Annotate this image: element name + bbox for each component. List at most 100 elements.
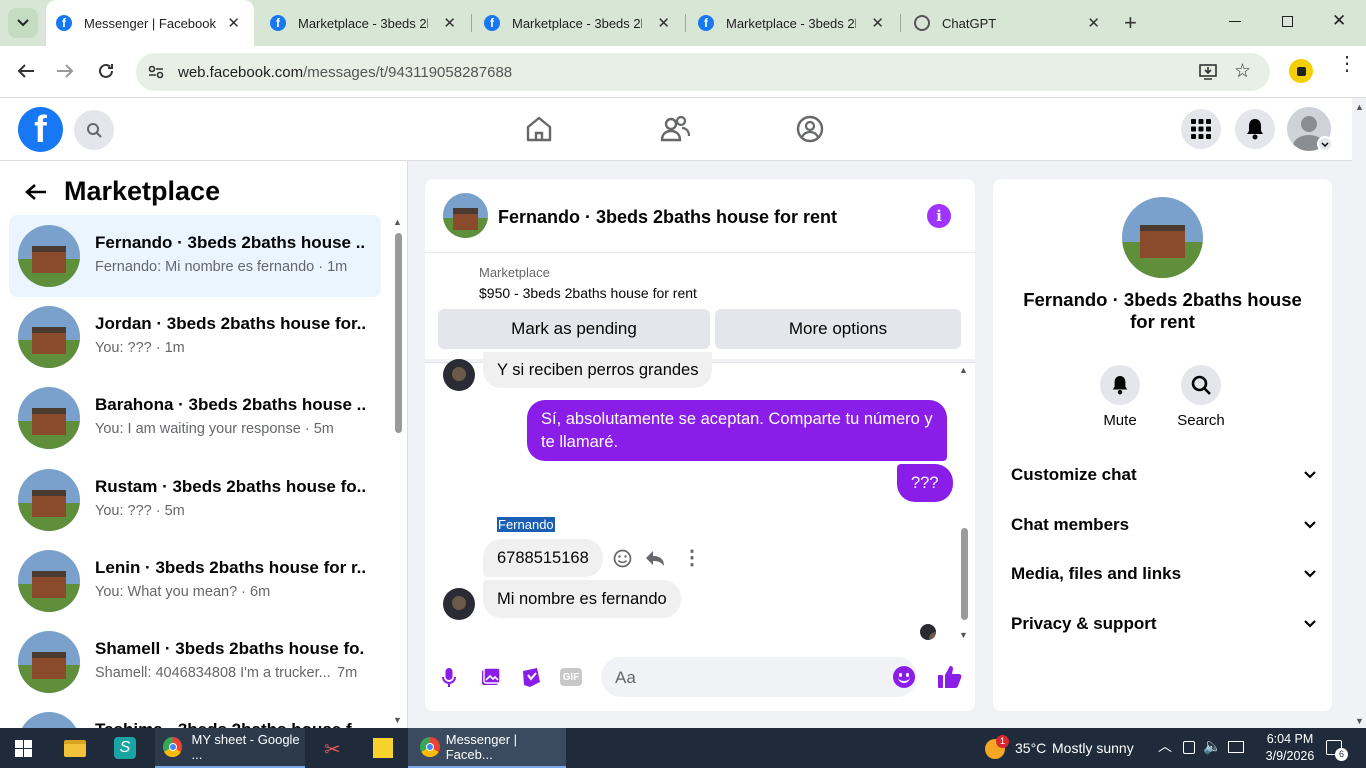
- back-arrow-icon[interactable]: [25, 183, 47, 201]
- back-arrow-icon[interactable]: [17, 63, 35, 79]
- address-bar[interactable]: web.facebook.com/messages/t/943119058287…: [136, 53, 1270, 91]
- taskbar-app-messenger[interactable]: Messenger | Faceb...: [408, 728, 566, 768]
- tab-marketplace-3[interactable]: f Marketplace - 3beds 2ba ✕: [688, 0, 898, 46]
- forward-arrow-icon[interactable]: [56, 63, 74, 79]
- sticky-notes-icon[interactable]: [373, 738, 393, 758]
- reply-icon[interactable]: [645, 550, 665, 567]
- windows-start-icon[interactable]: [15, 740, 32, 757]
- conversation-item[interactable]: Jordan · 3beds 2baths house for... You: …: [9, 296, 381, 378]
- chat-header-thumbnail[interactable]: [443, 193, 488, 238]
- menu-button[interactable]: [1181, 109, 1221, 149]
- conversation-info-icon[interactable]: i: [927, 204, 951, 228]
- file-explorer-icon[interactable]: [64, 740, 86, 757]
- close-tab-icon[interactable]: ✕: [443, 14, 456, 32]
- grid-menu-icon: [1191, 119, 1211, 139]
- sidebar-scrollbar[interactable]: ▲ ▼: [392, 217, 404, 725]
- restore-window-icon[interactable]: [1282, 16, 1293, 27]
- weather-temp[interactable]: 35°C: [1015, 740, 1046, 756]
- reload-icon[interactable]: [97, 62, 115, 80]
- privacy-support-section[interactable]: Privacy & support: [1011, 614, 1316, 634]
- clock-date[interactable]: 3/9/2026: [1255, 749, 1325, 763]
- groups-icon[interactable]: [796, 115, 824, 143]
- customize-chat-section[interactable]: Customize chat: [1011, 465, 1316, 485]
- notifications-button[interactable]: [1235, 109, 1275, 149]
- bookmark-star-icon[interactable]: ☆: [1234, 60, 1251, 83]
- profile-extension-icon[interactable]: [1289, 59, 1313, 83]
- listing-avatar[interactable]: [1122, 197, 1203, 278]
- sticker-icon[interactable]: [521, 667, 541, 688]
- conversation-item[interactable]: Rustam · 3beds 2baths house fo... You: ?…: [9, 459, 381, 541]
- message-bubble[interactable]: Sí, absolutamente se aceptan. Comparte t…: [527, 400, 947, 461]
- search-button[interactable]: [74, 110, 114, 150]
- home-icon[interactable]: [525, 115, 553, 143]
- sender-avatar[interactable]: [443, 359, 475, 391]
- close-tab-icon[interactable]: ✕: [1087, 14, 1100, 32]
- clock-time[interactable]: 6:04 PM: [1260, 732, 1320, 746]
- search-icon: [87, 123, 102, 138]
- react-emoji-icon[interactable]: [613, 549, 632, 568]
- listing-title[interactable]: $950 - 3beds 2baths house for rent: [479, 285, 697, 301]
- conversation-preview: Fernando: Mi nombre es fernando · 1m: [95, 259, 348, 275]
- more-options-button[interactable]: More options: [715, 309, 961, 349]
- chat-header-title[interactable]: Fernando · 3beds 2baths house for rent: [498, 207, 837, 228]
- tab-marketplace-2[interactable]: f Marketplace - 3beds 2ba ✕: [474, 0, 684, 46]
- message-bubble[interactable]: Y si reciben perros grandes: [483, 352, 713, 388]
- facebook-favicon-icon: f: [484, 15, 500, 31]
- message-bubble[interactable]: ???: [897, 464, 953, 502]
- section-label: Chat members: [1011, 515, 1130, 534]
- site-settings-icon[interactable]: [148, 65, 164, 79]
- more-actions-icon[interactable]: ⋮: [682, 545, 702, 570]
- tab-messenger[interactable]: f Messenger | Facebook ✕: [46, 0, 254, 46]
- close-tab-icon[interactable]: ✕: [871, 14, 884, 32]
- message-input[interactable]: Aa: [601, 657, 917, 697]
- chrome-icon: [163, 737, 182, 757]
- gif-icon[interactable]: GIF: [560, 668, 582, 686]
- close-tab-icon[interactable]: ✕: [657, 14, 670, 32]
- facebook-favicon-icon: f: [56, 15, 72, 31]
- close-tab-icon[interactable]: ✕: [227, 14, 240, 32]
- mute-button[interactable]: [1100, 365, 1140, 405]
- photo-icon[interactable]: [481, 667, 501, 687]
- page-scrollbar[interactable]: ▲ ▼: [1352, 98, 1366, 728]
- friends-icon[interactable]: [660, 115, 690, 143]
- tab-marketplace-1[interactable]: f Marketplace - 3beds 2ba ✕: [260, 0, 470, 46]
- tab-chatgpt[interactable]: ChatGPT ✕: [904, 0, 1114, 46]
- close-window-icon[interactable]: ✕: [1332, 11, 1346, 31]
- conversation-item[interactable]: Tashima · 3beds 2baths house f...: [9, 702, 381, 728]
- conversation-item[interactable]: Barahona · 3beds 2baths house ... You: I…: [9, 377, 381, 459]
- search-in-chat-button[interactable]: [1181, 365, 1221, 405]
- conversation-name: Tashima · 3beds 2baths house f...: [95, 720, 365, 728]
- message-bubble[interactable]: 6788515168: [483, 539, 603, 577]
- volume-icon[interactable]: 🔈: [1203, 737, 1222, 755]
- tray-chevron-up-icon[interactable]: ︿: [1158, 736, 1172, 756]
- chat-scrollbar[interactable]: ▲ ▼: [958, 365, 970, 640]
- app-icon[interactable]: S: [114, 737, 136, 759]
- weather-text[interactable]: Mostly sunny: [1052, 740, 1134, 756]
- minimize-window-icon[interactable]: [1229, 21, 1241, 22]
- tab-title: Marketplace - 3beds 2ba: [298, 15, 428, 31]
- browser-menu-icon[interactable]: ⋮: [1337, 54, 1357, 74]
- message-bubble[interactable]: Mi nombre es fernando: [483, 580, 681, 618]
- tray-icon[interactable]: [1183, 741, 1195, 754]
- emoji-icon[interactable]: [893, 666, 915, 688]
- conversation-item[interactable]: Fernando · 3beds 2baths house ... Fernan…: [9, 215, 381, 297]
- url-host: web.facebook.com: [178, 63, 304, 81]
- thumbs-up-icon[interactable]: [937, 665, 962, 689]
- app-icon[interactable]: ✂: [324, 737, 341, 762]
- network-icon[interactable]: [1228, 741, 1244, 753]
- microphone-icon[interactable]: [442, 667, 456, 689]
- facebook-logo[interactable]: f: [18, 107, 63, 152]
- conversation-name: Barahona · 3beds 2baths house ...: [95, 395, 365, 414]
- conversation-item[interactable]: Lenin · 3beds 2baths house for r... You:…: [9, 540, 381, 622]
- new-tab-button[interactable]: +: [1124, 10, 1137, 36]
- listing-thumbnail: [18, 550, 80, 612]
- mark-pending-button[interactable]: Mark as pending: [438, 309, 710, 349]
- account-chevron-icon[interactable]: [1317, 136, 1333, 152]
- conversation-item[interactable]: Shamell · 3beds 2baths house fo... Shame…: [9, 621, 381, 703]
- taskbar-app-sheet[interactable]: MY sheet - Google ...: [155, 728, 305, 768]
- media-files-links-section[interactable]: Media, files and links: [1011, 564, 1316, 584]
- chat-members-section[interactable]: Chat members: [1011, 515, 1316, 535]
- install-app-icon[interactable]: [1199, 64, 1217, 80]
- sender-avatar[interactable]: [443, 588, 475, 620]
- tab-search-button[interactable]: [8, 8, 38, 38]
